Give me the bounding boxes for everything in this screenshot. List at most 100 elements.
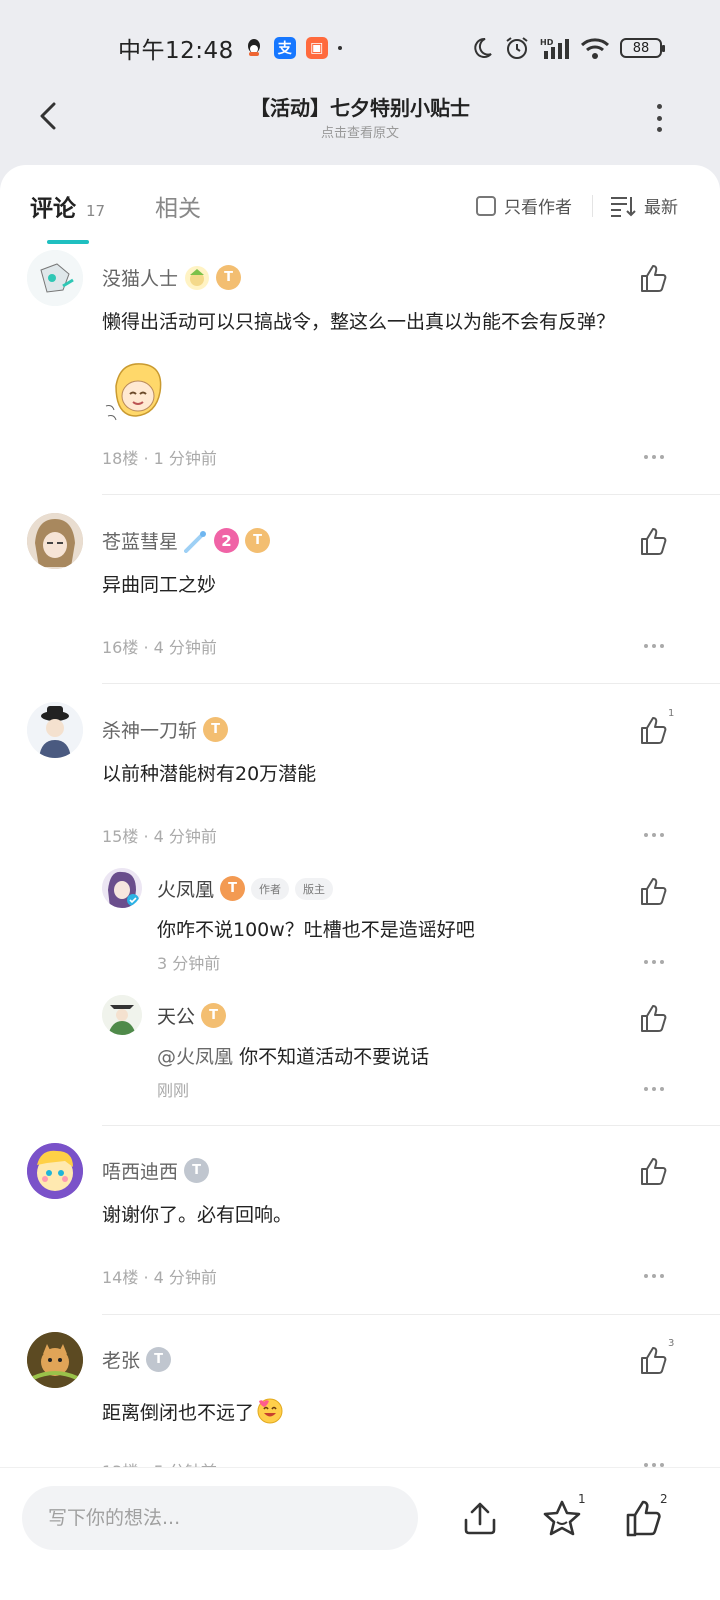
more-dots-button[interactable] — [644, 833, 664, 837]
level-badge: T — [184, 1158, 210, 1183]
level-badge: T — [203, 717, 229, 742]
star-count: 1 — [578, 1492, 586, 1506]
svg-text:HD: HD — [540, 38, 554, 47]
avatar[interactable] — [102, 995, 142, 1035]
reply-text: 你咋不说100w？吐槽也不是造谣好吧 — [157, 919, 475, 941]
status-time: 中午12:48 — [118, 38, 234, 64]
author-tag: 作者 — [251, 877, 290, 900]
comments-count: 17 — [86, 202, 106, 220]
like-count: 1 — [668, 708, 675, 719]
share-icon[interactable] — [460, 1498, 500, 1538]
comment-meta: 15楼 · 4 分钟前 — [102, 827, 217, 846]
more-dots-button[interactable] — [644, 1274, 664, 1278]
divider — [102, 1125, 720, 1126]
qq-icon — [247, 39, 260, 56]
more-dots-button[interactable] — [644, 1087, 664, 1091]
author-only-toggle[interactable]: 只看作者 — [476, 193, 572, 218]
comment-meta: 18楼 · 1 分钟前 — [102, 449, 217, 468]
username[interactable]: 老张 — [102, 1346, 140, 1373]
sort-icon — [611, 196, 636, 217]
comment-item: 苍蓝彗星 2 T 异曲同工之妙 16楼 · 4 分钟前 — [0, 513, 720, 701]
comment-meta: 14楼 · 4 分钟前 — [102, 1268, 217, 1287]
level-badge: T — [146, 1347, 172, 1372]
sticker-image — [102, 356, 174, 428]
level-badge: T — [220, 876, 246, 901]
comment-text: 谢谢你了。必有回响。 — [102, 1204, 293, 1226]
comment-input[interactable] — [22, 1486, 418, 1550]
nav-bar: 【活动】七夕特别小贴士 点击查看原文 — [0, 80, 720, 160]
thumbs-up-icon[interactable] — [638, 262, 670, 294]
battery-indicator: 88 — [620, 38, 665, 58]
divider — [592, 195, 593, 217]
reply-text: @火凤凰 你不知道活动不要说话 — [157, 1046, 430, 1068]
comment-item: 老张 T 距离倒闭也不远了 13楼 · 5 分钟前 3 — [0, 1332, 720, 1482]
username[interactable]: 杀神一刀斩 — [102, 716, 197, 743]
like-count: 2 — [660, 1492, 668, 1506]
comment-item: 杀神一刀斩 T 以前种潜能树有20万潜能 15楼 · 4 分钟前 1 火凤凰 T… — [0, 702, 720, 1142]
status-dot — [337, 46, 342, 50]
sort-button[interactable]: 最新 — [610, 193, 678, 218]
alarm-icon — [506, 37, 528, 59]
username[interactable]: 火凤凰 — [157, 875, 214, 902]
alipay-icon: 支 — [273, 37, 296, 59]
reply-item: 火凤凰 T 作者 版主 你咋不说100w？吐槽也不是造谣好吧 3 分钟前 — [0, 865, 720, 985]
comment-item: 唔西迪西 T 谢谢你了。必有回响。 14楼 · 4 分钟前 — [0, 1143, 720, 1331]
more-dots-button[interactable] — [644, 644, 664, 648]
avatar[interactable] — [27, 513, 83, 569]
more-dots-button[interactable] — [644, 960, 664, 964]
author-only-checkbox[interactable] — [476, 195, 496, 216]
bottom-bar: 1 2 — [0, 1467, 720, 1600]
level-badge: T — [216, 265, 242, 290]
thumbs-up-icon[interactable] — [638, 1155, 670, 1187]
comment-text: 距离倒闭也不远了 — [102, 1397, 284, 1425]
reply-meta: 3 分钟前 — [157, 954, 221, 973]
comment-text: 懒得出活动可以只搞战令，整这么一出真以为能不会有反弹？ — [102, 311, 616, 333]
username[interactable]: 唔西迪西 — [102, 1157, 178, 1184]
thumbs-up-icon[interactable] — [624, 1498, 664, 1538]
avatar[interactable] — [27, 250, 83, 306]
mention-link[interactable]: @火凤凰 — [157, 1046, 233, 1068]
comment-meta: 16楼 · 4 分钟前 — [102, 638, 217, 657]
level-badge: T — [201, 1003, 227, 1028]
moderator-tag: 版主 — [295, 877, 334, 900]
username[interactable]: 苍蓝彗星 — [102, 527, 178, 554]
username[interactable]: 没猫人士 — [102, 264, 178, 291]
comment-text: 以前种潜能树有20万潜能 — [102, 763, 317, 785]
comment-text: 异曲同工之妙 — [102, 574, 217, 596]
reply-item: 天公 T @火凤凰 你不知道活动不要说话 刚刚 — [0, 992, 720, 1112]
more-dots-button[interactable] — [644, 455, 664, 459]
level-badge: T — [245, 528, 271, 553]
comments-panel: 评论 17 相关 只看作者 最新 没猫人士 T 懒得出活动可以只搞战令，整这么一… — [0, 165, 720, 1600]
avatar[interactable] — [102, 868, 142, 908]
more-options-button[interactable] — [644, 100, 674, 136]
avatar[interactable] — [27, 1143, 83, 1199]
comet-icon — [184, 530, 207, 553]
like-count: 3 — [668, 1338, 675, 1349]
username[interactable]: 天公 — [157, 1002, 195, 1029]
star-icon[interactable] — [542, 1498, 582, 1538]
laughing-emoji-icon — [257, 1398, 283, 1424]
moon-icon — [474, 37, 492, 58]
divider — [102, 1314, 720, 1315]
avatar[interactable] — [27, 702, 83, 758]
character-badge-icon — [185, 265, 210, 290]
thumbs-up-icon[interactable] — [638, 1344, 670, 1376]
avatar[interactable] — [27, 1332, 83, 1388]
thumbs-up-icon[interactable] — [638, 1002, 670, 1034]
tab-comments[interactable]: 评论 17 — [30, 189, 105, 223]
divider — [102, 494, 720, 495]
thumbs-up-icon[interactable] — [638, 525, 670, 557]
thumbs-up-icon[interactable] — [638, 714, 670, 746]
tab-active-indicator — [47, 240, 89, 244]
tabs-bar: 评论 17 相关 只看作者 最新 — [0, 165, 720, 245]
comment-item: 没猫人士 T 懒得出活动可以只搞战令，整这么一出真以为能不会有反弹？ 18楼 ·… — [0, 250, 720, 498]
view-original-link[interactable]: 点击查看原文 — [0, 122, 720, 141]
signal-icon: HD — [540, 38, 569, 59]
page-title[interactable]: 【活动】七夕特别小贴士 — [0, 92, 720, 121]
wifi-icon — [580, 38, 610, 59]
thumbs-up-icon[interactable] — [638, 875, 670, 907]
reply-meta: 刚刚 — [157, 1081, 190, 1100]
rank-badge: 2 — [214, 528, 240, 553]
tab-related[interactable]: 相关 — [155, 189, 201, 223]
taobao-icon: ▣ — [305, 37, 328, 59]
